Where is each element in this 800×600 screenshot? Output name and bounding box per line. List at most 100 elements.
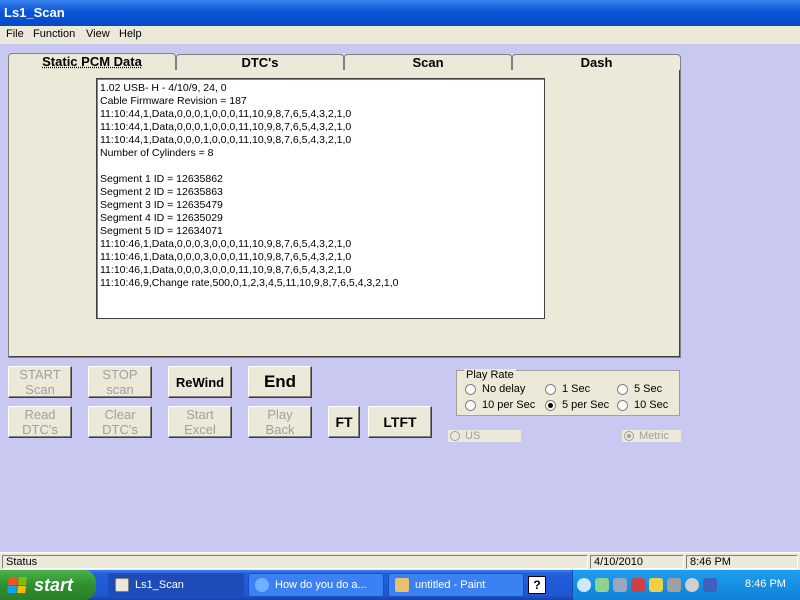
status-text: Status (2, 555, 588, 569)
clear-dtcs-button[interactable]: Clear DTC's (88, 406, 152, 438)
log-line: Segment 5 ID = 12634071 (100, 225, 223, 237)
tab-label: Scan (412, 55, 444, 70)
network-icon[interactable] (595, 578, 609, 592)
radio-circle (545, 383, 556, 395)
log-line: Segment 2 ID = 12635863 (100, 186, 223, 198)
ltft-button[interactable]: LTFT (368, 406, 432, 438)
system-tray: 8:46 PM (572, 570, 800, 600)
radio-label: 10 Sec (634, 399, 669, 411)
button-label: Scan (25, 382, 55, 397)
play-back-button[interactable]: Play Back (248, 406, 312, 438)
radio-10-per-sec[interactable]: 10 per Sec (465, 399, 535, 411)
status-time: 8:46 PM (686, 555, 798, 569)
button-label: Start (186, 407, 214, 422)
tab-label: Static PCM Data (42, 54, 142, 69)
radio-no-delay[interactable]: No delay (465, 383, 525, 395)
log-line: 11:10:46,9,Change rate,500,0,1,2,3,4,5,1… (100, 277, 399, 289)
radio-circle (465, 399, 476, 411)
radio-circle-selected (545, 399, 556, 411)
read-dtcs-button[interactable]: Read DTC's (8, 406, 72, 438)
radio-us[interactable]: US (448, 430, 521, 442)
radio-1-sec[interactable]: 1 Sec (545, 383, 590, 395)
end-button[interactable]: End (248, 366, 312, 398)
task-label: untitled - Paint (415, 579, 486, 591)
task-label: Ls1_Scan (135, 579, 184, 591)
device-icon[interactable] (667, 578, 681, 592)
tab-scan[interactable]: Scan (344, 54, 512, 71)
button-label: Clear (104, 407, 136, 422)
log-line: 11:10:46,1,Data,0,0,0,3,0,0,0,11,10,9,8,… (100, 251, 352, 263)
button-label: STOP (102, 367, 138, 382)
log-line: 11:10:46,1,Data,0,0,0,3,0,0,0,11,10,9,8,… (100, 238, 352, 250)
radio-label: Metric (639, 430, 669, 442)
help-icon[interactable]: ? (528, 576, 546, 594)
menu-function[interactable]: Function (33, 28, 75, 40)
start-button[interactable]: start (0, 570, 96, 600)
battery-icon[interactable] (703, 578, 717, 592)
task-paint[interactable]: untitled - Paint (388, 573, 524, 597)
button-label: Back (265, 422, 295, 437)
radio-5-sec[interactable]: 5 Sec (617, 383, 662, 395)
start-label: start (34, 574, 74, 595)
log-line: Segment 1 ID = 12635862 (100, 173, 223, 185)
security-center-icon[interactable] (649, 578, 663, 592)
button-label: Excel (184, 422, 216, 437)
button-label: Play (267, 407, 293, 422)
task-ls1-scan[interactable]: Ls1_Scan (108, 573, 244, 597)
start-excel-button[interactable]: Start Excel (168, 406, 232, 438)
task-label: How do you do a... (275, 579, 367, 591)
log-line: 1.02 USB- H - 4/10/9, 24, 0 (100, 82, 227, 94)
radio-label: 5 Sec (634, 383, 663, 395)
log-line: Segment 4 ID = 12635029 (100, 212, 223, 224)
radio-circle (465, 383, 476, 395)
rewind-button[interactable]: ReWind (168, 366, 232, 398)
menu-bar: File Function View Help (0, 26, 800, 44)
radio-5-per-sec[interactable]: 5 per Sec (545, 399, 609, 411)
menu-view[interactable]: View (86, 28, 110, 40)
play-rate-label: Play Rate (464, 369, 516, 381)
stop-scan-button[interactable]: STOP scan (88, 366, 152, 398)
start-scan-button[interactable]: START Scan (8, 366, 72, 398)
taskbar-clock: 8:46 PM (745, 578, 786, 590)
log-line: 11:10:44,1,Data,0,0,0,1,0,0,0,11,10,9,8,… (100, 121, 352, 133)
paint-icon (395, 578, 409, 592)
radio-circle (450, 431, 460, 441)
radio-circle (617, 399, 628, 411)
play-rate-group: Play Rate No delay 1 Sec 5 Sec 10 per Se… (456, 369, 680, 416)
radio-label: US (465, 430, 481, 442)
radio-circle (617, 383, 628, 395)
internet-explorer-icon (255, 578, 269, 592)
button-label: DTC's (102, 422, 138, 437)
back-arrow-icon[interactable] (577, 578, 591, 592)
tab-dash[interactable]: Dash (512, 54, 681, 71)
task-browser[interactable]: How do you do a... (248, 573, 384, 597)
log-line: Cable Firmware Revision = 187 (100, 95, 247, 107)
tab-dtcs[interactable]: DTC's (176, 54, 344, 71)
radio-metric[interactable]: Metric (622, 430, 681, 442)
status-bar: Status 4/10/2010 8:46 PM (0, 552, 800, 570)
radio-label: 5 per Sec (562, 399, 610, 411)
log-line: 11:10:44,1,Data,0,0,0,1,0,0,0,11,10,9,8,… (100, 108, 352, 120)
log-line: 11:10:46,1,Data,0,0,0,3,0,0,0,11,10,9,8,… (100, 264, 352, 276)
speaker-icon[interactable] (685, 578, 699, 592)
ft-button[interactable]: FT (328, 406, 360, 438)
status-date: 4/10/2010 (590, 555, 684, 569)
monitor-icon[interactable] (613, 578, 627, 592)
window-icon (115, 578, 129, 592)
button-label: DTC's (22, 422, 58, 437)
title-bar[interactable]: Ls1_Scan (0, 0, 800, 26)
tab-label: Dash (580, 55, 613, 70)
radio-10-sec[interactable]: 10 Sec (617, 399, 668, 411)
log-line: Segment 3 ID = 12635479 (100, 199, 223, 211)
tab-strip: Static PCM Data DTC's Scan Dash (8, 53, 681, 72)
log-line: 11:10:44,1,Data,0,0,0,1,0,0,0,11,10,9,8,… (100, 134, 352, 146)
window-title: Ls1_Scan (4, 5, 65, 20)
security-shield-icon[interactable] (631, 578, 645, 592)
menu-help[interactable]: Help (119, 28, 142, 40)
log-line: Number of Cylinders = 8 (100, 147, 214, 159)
radio-label: 1 Sec (562, 383, 591, 395)
pcm-data-textbox[interactable]: 1.02 USB- H - 4/10/9, 24, 0 Cable Firmwa… (96, 78, 545, 319)
menu-file[interactable]: File (6, 28, 24, 40)
radio-label: 10 per Sec (482, 399, 536, 411)
